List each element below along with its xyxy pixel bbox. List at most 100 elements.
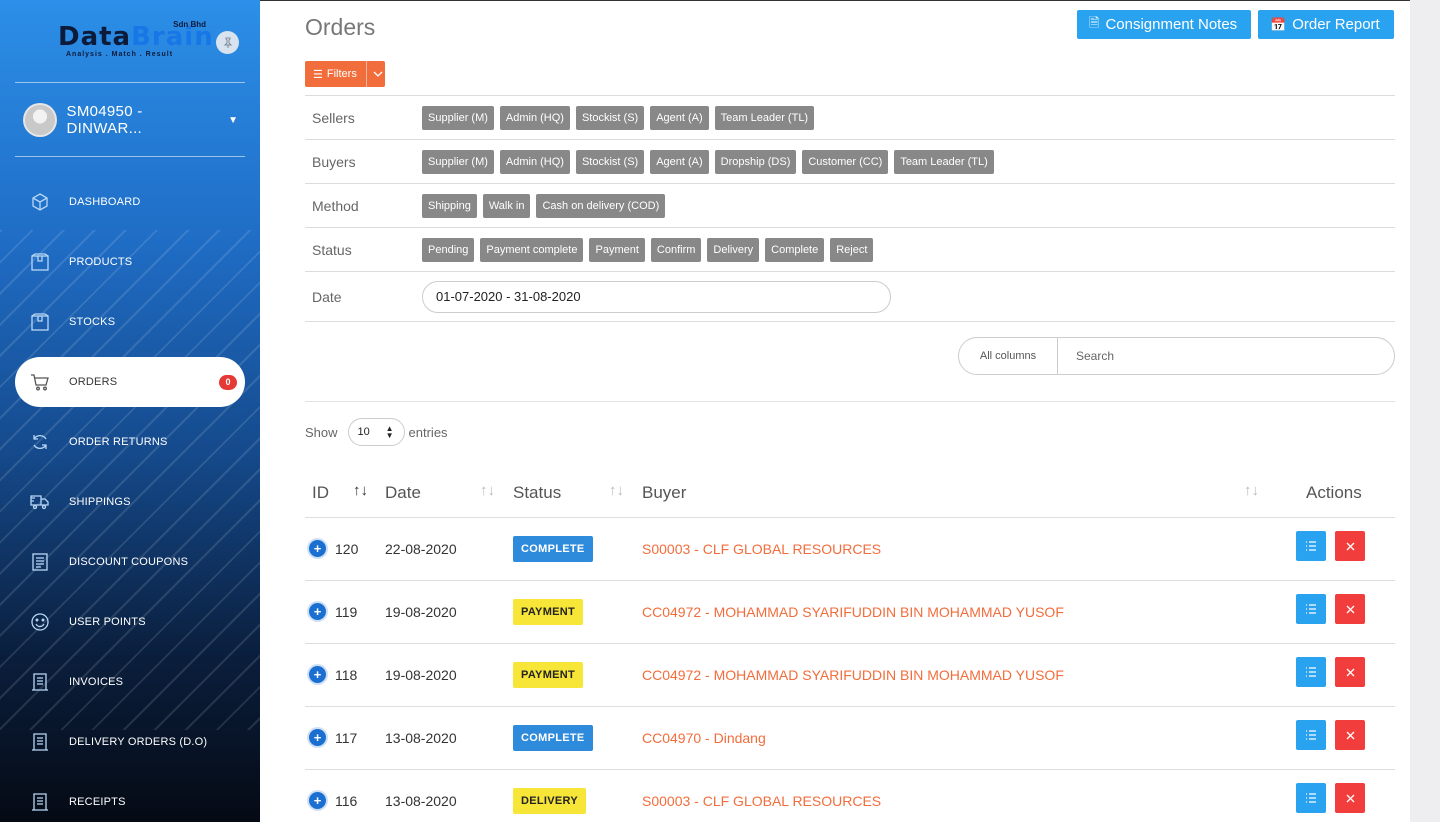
buyer-link[interactable]: S00003 - CLF GLOBAL RESOURCES	[642, 541, 881, 557]
sidebar: DataBrain Sdn Bhd Analysis . Match . Res…	[0, 0, 260, 822]
filter-chip[interactable]: Pending	[422, 237, 475, 262]
filters-button[interactable]: ☰ Filters	[305, 61, 385, 87]
filter-chip[interactable]: Walk in	[482, 193, 531, 218]
filter-label: Buyers	[312, 153, 356, 170]
sidebar-item-products[interactable]: PRODUCTS	[15, 232, 245, 292]
filter-chip[interactable]: Agent (A)	[650, 105, 709, 130]
expand-icon[interactable]: +	[309, 540, 326, 557]
entries-label: entries	[408, 424, 448, 440]
order-date: 13-08-2020	[385, 793, 457, 809]
filter-chip[interactable]: Customer (CC)	[802, 149, 889, 174]
column-select[interactable]: All columns	[959, 338, 1058, 374]
sidebar-item-discount-coupons[interactable]: DISCOUNT COUPONS	[15, 532, 245, 592]
calendar-icon: 📅	[1270, 16, 1287, 32]
table-header: ID ↑↓ Date ↑↓ Status ↑↓ Buyer ↑↓ Actions	[305, 470, 1395, 518]
logo-sdn-bhd: Sdn Bhd	[173, 20, 206, 29]
filter-chip[interactable]: Admin (HQ)	[499, 149, 570, 174]
expand-icon[interactable]: +	[309, 603, 326, 620]
details-button[interactable]	[1296, 783, 1326, 813]
expand-icon[interactable]: +	[309, 666, 326, 683]
updown-icon: ▲ ▼	[385, 424, 394, 440]
filter-chip[interactable]: Supplier (M)	[422, 149, 494, 174]
document-icon: 🗎	[1089, 14, 1100, 30]
cube-icon	[29, 191, 51, 213]
pin-icon[interactable]	[216, 31, 239, 54]
status-badge: COMPLETE	[513, 536, 593, 562]
filter-chip[interactable]: Admin (HQ)	[499, 105, 570, 130]
filter-chip[interactable]: Reject	[830, 237, 874, 262]
filter-chip[interactable]: Dropship (DS)	[714, 149, 797, 174]
avatar	[23, 103, 57, 137]
buyer-link[interactable]: CC04972 - MOHAMMAD SYARIFUDDIN BIN MOHAM…	[642, 667, 1064, 683]
sidebar-divider	[15, 156, 245, 157]
filter-row-date: Date 01-07-2020 - 31-08-2020	[305, 271, 1395, 322]
logo[interactable]: DataBrain Sdn Bhd Analysis . Match . Res…	[58, 20, 213, 66]
filter-chip[interactable]: Payment	[589, 237, 645, 262]
sidebar-item-invoices[interactable]: INVOICES	[15, 652, 245, 712]
sidebar-item-label: INVOICES	[69, 676, 124, 688]
col-header-status[interactable]: Status	[513, 483, 561, 503]
delete-button[interactable]	[1335, 657, 1365, 687]
filter-chip[interactable]: Stockist (S)	[575, 105, 645, 130]
buyer-link[interactable]: CC04972 - MOHAMMAD SYARIFUDDIN BIN MOHAM…	[642, 604, 1064, 620]
close-icon	[1346, 731, 1354, 739]
details-button[interactable]	[1296, 720, 1326, 750]
filter-chip[interactable]: Confirm	[650, 237, 702, 262]
delete-button[interactable]	[1335, 783, 1365, 813]
expand-icon[interactable]: +	[309, 729, 326, 746]
menu-icon: ☰	[313, 68, 323, 81]
sidebar-item-label: PRODUCTS	[69, 256, 133, 268]
col-header-id[interactable]: ID	[312, 483, 329, 503]
details-button[interactable]	[1296, 594, 1326, 624]
orders-count-badge: 0	[219, 375, 237, 390]
filter-label: Sellers	[312, 109, 355, 126]
filter-chip[interactable]: Complete	[765, 237, 825, 262]
buyer-link[interactable]: S00003 - CLF GLOBAL RESOURCES	[642, 793, 881, 809]
filter-chip[interactable]: Supplier (M)	[422, 105, 494, 130]
sidebar-item-user-points[interactable]: USER POINTS	[15, 592, 245, 652]
delete-button[interactable]	[1335, 594, 1365, 624]
status-badge: COMPLETE	[513, 725, 593, 751]
box-icon	[29, 311, 51, 333]
coupon-icon	[29, 551, 51, 573]
sidebar-divider	[15, 82, 245, 83]
delete-button[interactable]	[1335, 531, 1365, 561]
filter-chip[interactable]: Stockist (S)	[575, 149, 645, 174]
sidebar-item-order-returns[interactable]: ORDER RETURNS	[15, 412, 245, 472]
col-header-buyer[interactable]: Buyer	[642, 483, 686, 503]
sidebar-item-label: ORDER RETURNS	[69, 436, 168, 448]
user-menu[interactable]: SM04950 - DINWAR... ▼	[23, 102, 238, 138]
col-header-date[interactable]: Date	[385, 483, 421, 503]
filter-chip[interactable]: Team Leader (TL)	[714, 105, 815, 130]
details-button[interactable]	[1296, 531, 1326, 561]
sort-icon[interactable]: ↑↓	[480, 482, 495, 499]
filter-chip[interactable]: Payment complete	[480, 237, 584, 262]
sidebar-item-delivery-orders[interactable]: DELIVERY ORDERS (D.O)	[15, 712, 245, 772]
sort-icon[interactable]: ↑↓	[609, 482, 624, 499]
sidebar-item-dashboard[interactable]: DASHBOARD	[15, 172, 245, 232]
filter-chip[interactable]: Shipping	[422, 193, 477, 218]
filter-chip[interactable]: Cash on delivery (COD)	[536, 193, 666, 218]
order-date: 19-08-2020	[385, 604, 457, 620]
sort-icon[interactable]: ↑↓	[1244, 482, 1259, 499]
table-row: + 120 22-08-2020 COMPLETE S00003 - CLF G…	[305, 518, 1395, 581]
filter-chip[interactable]: Agent (A)	[650, 149, 709, 174]
details-button[interactable]	[1296, 657, 1326, 687]
sidebar-item-shippings[interactable]: SHIPPINGS	[15, 472, 245, 532]
col-header-actions: Actions	[1306, 483, 1362, 502]
sidebar-item-receipts[interactable]: RECEIPTS	[15, 772, 245, 822]
expand-icon[interactable]: +	[309, 792, 326, 809]
buyer-link[interactable]: CC04970 - Dindang	[642, 730, 766, 746]
status-badge: PAYMENT	[513, 599, 584, 625]
date-range-input[interactable]: 01-07-2020 - 31-08-2020	[422, 280, 891, 313]
filter-chip[interactable]: Delivery	[707, 237, 760, 262]
filter-chip[interactable]: Team Leader (TL)	[894, 149, 994, 174]
sidebar-item-orders[interactable]: ORDERS 0	[15, 357, 245, 407]
consignment-notes-button[interactable]: 🗎 Consignment Notes	[1077, 10, 1252, 39]
sidebar-item-stocks[interactable]: STOCKS	[15, 292, 245, 352]
delete-button[interactable]	[1335, 720, 1365, 750]
sort-icon[interactable]: ↑↓	[353, 482, 368, 499]
search-input[interactable]: Search	[1058, 349, 1394, 363]
entries-select[interactable]: 10 ▲ ▼	[347, 418, 405, 446]
order-report-button[interactable]: 📅 Order Report	[1258, 10, 1394, 39]
